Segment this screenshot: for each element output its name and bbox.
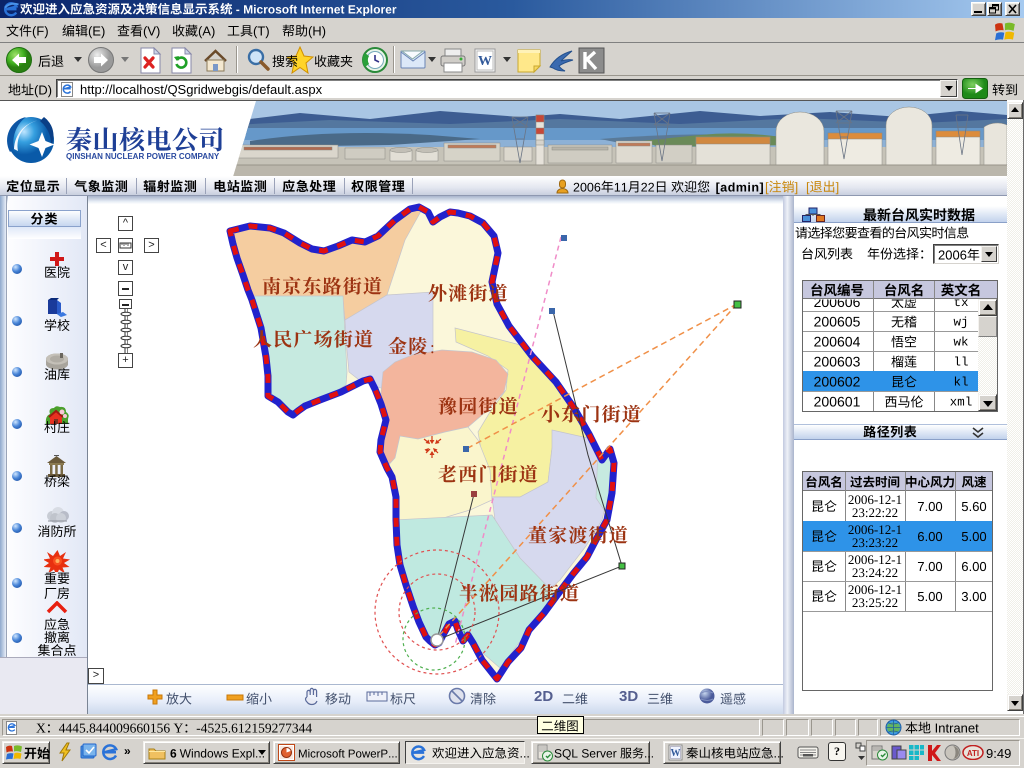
svg-text:ATI: ATI: [967, 749, 979, 758]
svg-text:W: W: [478, 54, 492, 69]
svg-text:W: W: [671, 748, 681, 759]
